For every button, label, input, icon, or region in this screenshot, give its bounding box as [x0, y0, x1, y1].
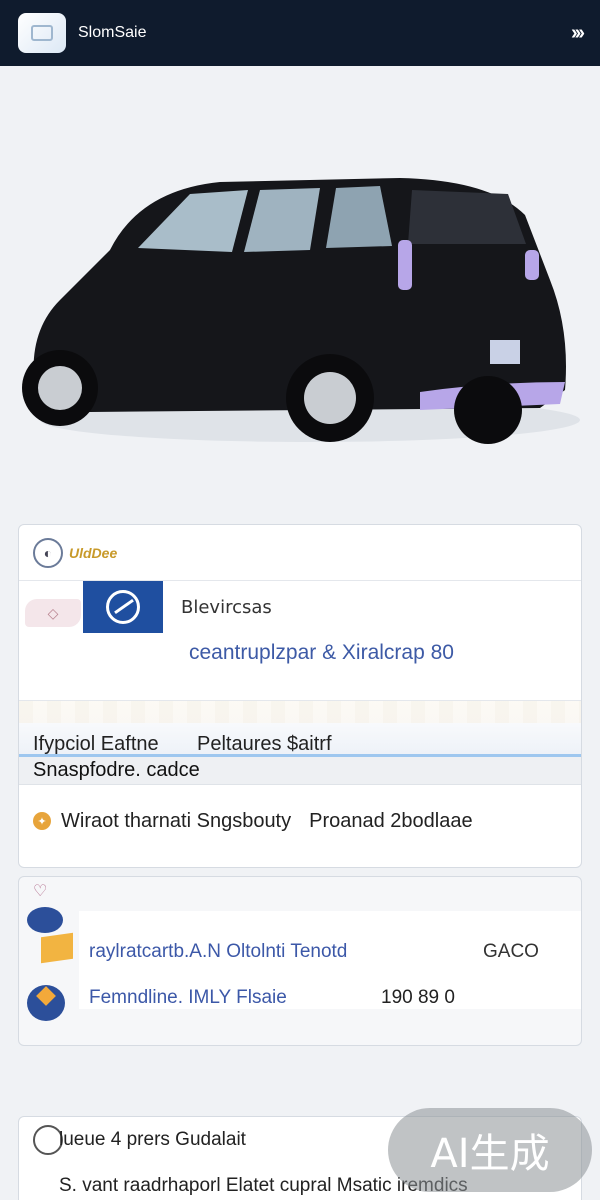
dealer-row[interactable]: ◇ Blevircsas ceantruplzpar & Xiralcrap 8… [19, 581, 581, 701]
hatchback-car-illustration [22, 178, 580, 444]
listing-card[interactable]: ◐ UldDee ◇ Blevircsas ceantruplzpar & Xi… [18, 524, 582, 868]
details-line-2-value: 190 89 0 [381, 987, 455, 1008]
car-hero-image [20, 120, 580, 480]
dealer-subtitle: ceantruplzpar & Xiralcrap 80 [189, 641, 454, 664]
details-line-1-value: GACO [483, 941, 539, 962]
chevrons-right-icon[interactable]: ››› [571, 22, 585, 45]
heart-icon: ♡ [33, 883, 48, 900]
banner-left-label: Ifypciol Eaftne [33, 733, 159, 755]
details-line-1: raylratcartb.A.N Oltolnti Tenotd [89, 941, 348, 962]
banner-right-label: Peltaures $aitrf [197, 733, 332, 755]
brand-row: ◐ UldDee [19, 525, 581, 581]
cta-left-label[interactable]: Wiraot tharnati Sngsbouty [61, 810, 291, 833]
app-logo-icon[interactable] [18, 13, 66, 53]
document-icon [41, 932, 73, 964]
dealer-name: Blevircsas [181, 597, 272, 618]
pencil-icon [27, 985, 65, 1021]
star-badge-icon: ✦ [33, 812, 51, 830]
spec-row: Snaspfodre. cadce [19, 757, 581, 785]
ai-generated-watermark: AI生成 [388, 1108, 592, 1192]
brand-emblem-icon: ◐ [33, 537, 63, 568]
details-card[interactable]: ♡ raylratcartb.A.N Oltolnti Tenotd GACO … [18, 876, 582, 1046]
app-title: SlomSaie [78, 24, 147, 41]
cta-right-label[interactable]: Proanad 2bodlaae [309, 810, 472, 833]
dealer-logo-icon [83, 581, 163, 633]
brand-text: UldDee [69, 544, 118, 561]
feature-banner: Ifypciol Eaftne Peltaures $aitrf [19, 701, 581, 757]
profile-icon [27, 907, 63, 933]
details-line-2: Femndline. IMLY Flsaie [89, 987, 287, 1008]
tag-icon: ◇ [25, 599, 81, 627]
bottom-line-1: lueue 4 prers Gudalait [59, 1129, 246, 1150]
cta-row[interactable]: ✦ Wiraot tharnati Sngsbouty Proanad 2bod… [19, 785, 581, 857]
top-app-bar: SlomSaie ››› [0, 0, 600, 66]
